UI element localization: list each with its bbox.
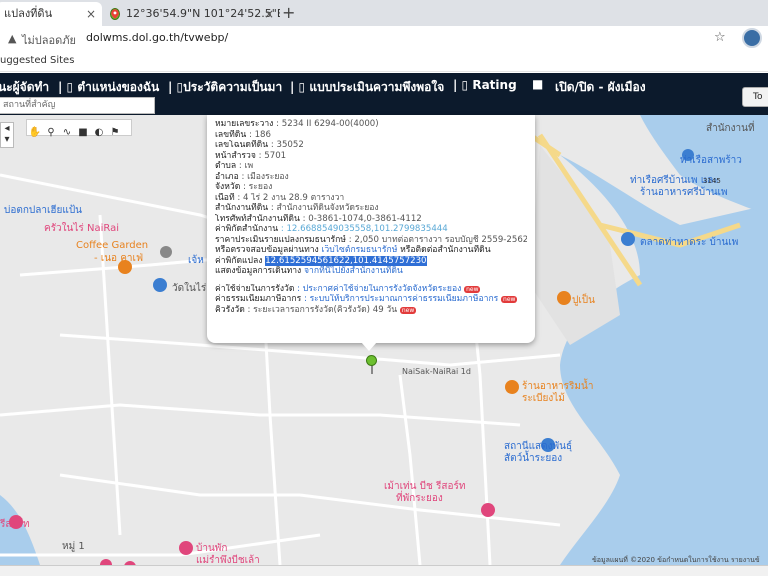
nav-my-location[interactable]: | ▯ ตำแหน่งของฉัน bbox=[58, 78, 159, 97]
browser-tab-strip: แปลงที่ดิน × 12°36'54.9"N 101°24'52.5"E … bbox=[0, 0, 768, 26]
suggested-sites-link[interactable]: uggested Sites bbox=[0, 55, 74, 66]
status-bar bbox=[0, 565, 768, 576]
nav-history[interactable]: | ▯ประวัติความเป็นมา bbox=[168, 78, 282, 97]
info-row: ค่าพิกัดสำนักงาน : 12.6688549035558,101.… bbox=[215, 224, 448, 234]
info-row: เลขโฉนดที่ดิน : 35052 bbox=[215, 140, 304, 150]
new-badge: new bbox=[464, 285, 481, 293]
map-label: ที่พักระยอง bbox=[396, 493, 443, 504]
map-label: 3145 bbox=[703, 177, 721, 185]
marker-icon[interactable]: ⚲ bbox=[43, 127, 59, 138]
info-row: แสดงข้อมูลการเดินทาง จากที่นี่ไปยังสำนัก… bbox=[215, 266, 403, 276]
parcel-marker-icon[interactable] bbox=[366, 355, 377, 366]
map-pin-icon bbox=[110, 8, 120, 20]
map-label: - เนอ คาเฟ่ bbox=[94, 253, 144, 264]
address-bar[interactable]: ▲ ไม่ปลอดภัย dolwms.dol.go.th/tvwebp/ ☆ bbox=[0, 26, 768, 52]
new-badge: new bbox=[399, 306, 417, 314]
landmark-search-input[interactable]: สถานที่สำคัญ bbox=[0, 97, 155, 114]
tab-land-parcel[interactable]: แปลงที่ดิน × bbox=[0, 2, 102, 26]
map-label: ครัวในไร่ NaiRai bbox=[44, 223, 119, 234]
map-label: Coffee Garden bbox=[76, 240, 149, 251]
top-button[interactable]: To bbox=[742, 87, 768, 107]
map-label: สัตว์น้ำระยอง bbox=[504, 453, 563, 464]
map-label: ตลาดท่าหาดระ บ้านเพ bbox=[640, 237, 739, 248]
profile-avatar[interactable] bbox=[742, 28, 762, 48]
map-label: เจ้ห bbox=[188, 255, 204, 266]
zoning-checkbox[interactable]: ■ bbox=[532, 77, 543, 91]
bookmarks-bar: uggested Sites bbox=[0, 52, 768, 72]
info-row: โทรศัพท์สำนักงานที่ดิน : 0-3861-1074,0-3… bbox=[215, 213, 422, 224]
info-row: เลขที่ดิน : 186 bbox=[215, 129, 271, 140]
tab-title: 12°36'54.9"N 101°24'52.5"E - Go bbox=[126, 7, 280, 20]
nav-satisfaction-survey[interactable]: | ▯ แบบประเมินความพึงพอใจ bbox=[290, 78, 444, 97]
flag-icon[interactable]: ⚑ bbox=[107, 127, 123, 138]
info-row: อำเภอ : เมืองระยอง bbox=[215, 171, 289, 182]
info-row: ราคาประเมินรายแปลงกรมธนารักษ์ : 2,050 บา… bbox=[215, 234, 527, 245]
new-tab-button[interactable]: + bbox=[282, 3, 295, 22]
map-label: รีสอร์ท bbox=[0, 519, 30, 530]
info-row: หน้าสำรวจ : 5701 bbox=[215, 150, 287, 161]
warning-icon[interactable]: ▲ bbox=[8, 32, 16, 45]
treasury-website-link[interactable]: เว็บไซต์กรมธนารักษ์ bbox=[322, 245, 398, 255]
nav-zoning-toggle[interactable]: เปิด/ปิด - ผังเมือง bbox=[555, 78, 646, 97]
close-icon[interactable]: × bbox=[86, 2, 96, 26]
map-label: NaiSak-NaiRai 1d bbox=[402, 367, 471, 376]
security-status[interactable]: ไม่ปลอดภัย bbox=[22, 31, 76, 49]
bookmark-star-icon[interactable]: ☆ bbox=[714, 30, 726, 45]
fee-row: ค่าธรรมเนียมภาษีอากร : ระบบให้บริการประม… bbox=[215, 294, 518, 304]
polyline-icon[interactable]: ∿ bbox=[59, 127, 75, 138]
rectangle-icon[interactable]: ■ bbox=[75, 127, 91, 138]
map-label: แม่รำพึงบีชเล้า bbox=[196, 555, 260, 565]
tab-google-maps[interactable]: 12°36'54.9"N 101°24'52.5"E - Go × bbox=[104, 2, 280, 26]
parcel-coordinate-selected[interactable]: 12.6152594561622,101.4145757230 bbox=[265, 255, 427, 266]
info-row: เนื้อที่ : 4 ไร่ 2 งาน 28.9 ตารางวา bbox=[215, 192, 345, 203]
map-label: ปูเป็น bbox=[572, 295, 595, 306]
map-label: หมู่ 1 bbox=[62, 541, 85, 552]
map-zoom-control[interactable]: ◂ ▾ bbox=[0, 122, 14, 148]
hand-pan-icon[interactable]: ✋ bbox=[27, 127, 43, 138]
map-label: วัดในไร่ bbox=[172, 283, 207, 294]
nav-rating[interactable]: | ▯ Rating bbox=[453, 78, 517, 92]
nav-about-author[interactable]: นะผู้จัดทำ bbox=[0, 78, 49, 97]
map-label: ร้านอาหารศรีบ้านเพ bbox=[640, 187, 728, 198]
fee-row: ค่าใช้จ่ายในการรังวัด : ประกาศค่าใช้จ่าย… bbox=[215, 283, 481, 294]
draw-toolbar: ✋ ⚲ ∿ ■ ◐ ⚑ bbox=[26, 119, 132, 138]
info-row: หมายเลขระวาง : 5234 II 6294-00(4000) bbox=[215, 119, 379, 129]
directions-link[interactable]: จากที่นี่ไปยังสำนักงานที่ดิน bbox=[304, 266, 403, 276]
info-row: จังหวัด : ระยอง bbox=[215, 182, 273, 192]
close-icon[interactable]: × bbox=[264, 2, 274, 26]
url-text[interactable]: dolwms.dol.go.th/tvwebp/ bbox=[86, 31, 228, 44]
tax-estimate-link[interactable]: : ระบบให้บริการประมาณการค่าธรรมเนียมภาษี… bbox=[304, 294, 498, 304]
map-label: บ่อตกปลาเฮียแป้น bbox=[4, 205, 83, 216]
circle-icon[interactable]: ◐ bbox=[91, 127, 107, 138]
info-row: ค่าพิกัดแปลง 12.6152594561622,101.414575… bbox=[215, 255, 427, 266]
info-row: ตำบล : เพ bbox=[215, 161, 254, 171]
parcel-info-popup: หมายเลขระวาง : 5234 II 6294-00(4000) เลข… bbox=[207, 115, 535, 343]
office-coordinate-link[interactable]: : 12.6688549035558,101.2799835444 bbox=[281, 224, 448, 234]
map-label: สำนักงานที่ bbox=[706, 123, 755, 134]
survey-fee-link[interactable]: : ประกาศค่าใช้จ่ายในการรังวัดจังหวัดระยอ… bbox=[297, 284, 461, 294]
marker-stem bbox=[371, 365, 373, 374]
info-row: สำนักงานที่ดิน : สำนักงานที่ดินจังหวัดระ… bbox=[215, 203, 379, 213]
map-label: ท่าเรือสาพร้าว bbox=[680, 155, 742, 166]
popup-pointer bbox=[361, 342, 377, 351]
map-label: ระเบียงไม้ bbox=[522, 393, 565, 404]
fee-row: คิวรังวัด : ระยะเวลารอการรังวัด(คิวรังวั… bbox=[215, 304, 417, 315]
new-badge: new bbox=[501, 296, 518, 303]
info-row: หรือตรวจสอบข้อมูลผ่านทาง เว็บไซต์กรมธนาร… bbox=[215, 245, 491, 255]
tab-title: แปลงที่ดิน bbox=[4, 7, 53, 20]
